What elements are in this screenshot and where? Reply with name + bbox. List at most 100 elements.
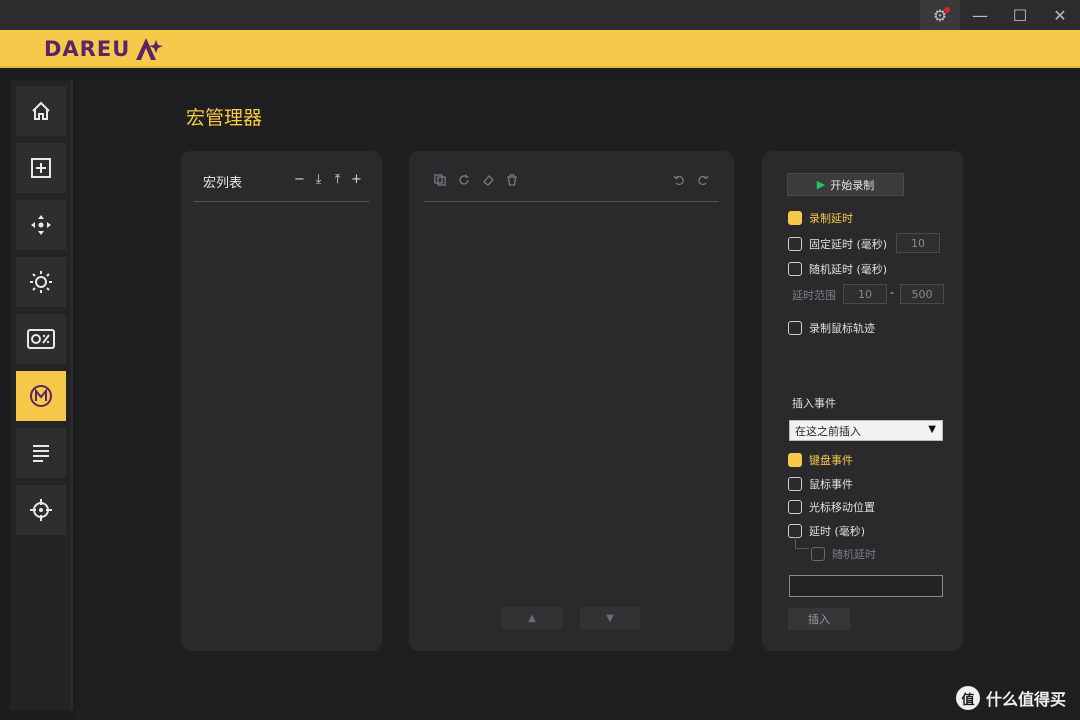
watermark-text: 什么值得买 (985, 690, 1066, 709)
mouse-event-label: 鼠标事件 (809, 478, 853, 491)
play-icon: ▶ (816, 178, 826, 191)
macro-m-icon (30, 385, 52, 407)
sun-icon (30, 271, 52, 293)
record-mouse-label: 录制鼠标轨迹 (809, 322, 875, 335)
delay-range-min-input[interactable]: 10 (843, 284, 887, 304)
insert-position-value: 在这之前插入 (795, 424, 861, 438)
minimize-button[interactable]: — (960, 0, 1000, 30)
dareu-logo: DAREU (44, 36, 164, 62)
mouse-event-option[interactable]: 鼠标事件 (788, 476, 853, 492)
add-macro-button[interactable]: + (350, 172, 363, 187)
insert-button[interactable]: 插入 (788, 608, 850, 630)
start-record-label: 开始录制 (830, 178, 875, 192)
delay-range-max-input[interactable]: 500 (900, 284, 944, 304)
random-delay-checkbox[interactable] (788, 262, 802, 276)
start-record-button[interactable]: ▶ 开始录制 (787, 173, 904, 196)
random-delay-event-option[interactable]: 随机延时 (811, 546, 876, 562)
keyboard-event-label: 键盘事件 (809, 454, 853, 467)
brand-bar: DAREU (0, 30, 1080, 68)
random-delay-event-label: 随机延时 (832, 548, 876, 561)
record-delay-label: 录制延时 (809, 212, 853, 225)
chevron-down-icon: ▼ (928, 424, 936, 435)
export-macro-button[interactable]: ⤒ (331, 172, 344, 187)
macro-list-divider (194, 201, 369, 202)
macro-list-panel: 宏列表 − ⤓ ⤒ + (181, 151, 382, 651)
dpad-icon (31, 215, 51, 235)
logo-text: DAREU (44, 37, 131, 61)
random-delay-event-checkbox[interactable] (811, 547, 825, 561)
copy-icon[interactable] (433, 173, 447, 187)
record-mouse-option[interactable]: 录制鼠标轨迹 (788, 320, 875, 336)
sidebar-item-home[interactable] (16, 86, 66, 136)
remove-macro-button[interactable]: − (293, 172, 306, 187)
lines-icon (33, 445, 49, 462)
editor-toolbar (433, 173, 519, 187)
macro-list-toolbar: − ⤓ ⤒ + (293, 172, 363, 187)
cursor-move-checkbox[interactable] (788, 500, 802, 514)
site-watermark: 值 什么值得买 (955, 686, 1066, 710)
move-down-button[interactable]: ▼ (580, 607, 640, 629)
sidebar-item-logs[interactable] (16, 428, 66, 478)
fixed-delay-option[interactable]: 固定延时 (毫秒) (788, 236, 887, 252)
record-settings-panel: ▶ 开始录制 录制延时 固定延时 (毫秒) 10 随机延时 (毫秒) 延时范围 … (762, 151, 963, 651)
eraser-icon[interactable] (481, 173, 495, 187)
sidebar-item-performance[interactable] (16, 314, 66, 364)
minimize-icon: — (972, 5, 988, 25)
insert-position-select[interactable]: 在这之前插入 ▼ (789, 420, 943, 441)
macro-list-title: 宏列表 (203, 176, 243, 191)
delay-event-label: 延时 (毫秒) (809, 525, 866, 538)
mouse-event-checkbox[interactable] (788, 477, 802, 491)
notification-dot (944, 7, 950, 13)
sidebar-item-target[interactable] (16, 485, 66, 535)
home-icon (32, 101, 50, 120)
redo-icon[interactable] (696, 173, 710, 187)
sidebar-item-lighting[interactable] (16, 257, 66, 307)
cursor-move-label: 光标移动位置 (809, 501, 875, 514)
keyboard-event-checkbox[interactable] (788, 453, 802, 467)
delay-range-label: 延时范围 (792, 289, 836, 302)
sidebar-item-keys[interactable] (16, 143, 66, 193)
macro-editor-panel: ▲ ▼ (409, 151, 734, 651)
keyboard-event-option[interactable]: 键盘事件 (788, 452, 853, 468)
redo-circle-icon[interactable] (457, 173, 471, 187)
sidebar-item-macro[interactable] (16, 371, 66, 421)
trash-icon[interactable] (505, 173, 519, 187)
window-controls: ⚙ — ☐ ✕ (920, 0, 1080, 30)
close-icon: ✕ (1053, 5, 1067, 25)
random-delay-option[interactable]: 随机延时 (毫秒) (788, 261, 887, 277)
maximize-icon: ☐ (1012, 5, 1028, 25)
undo-icon[interactable] (672, 173, 686, 187)
history-toolbar (672, 173, 710, 187)
title-bar: ⚙ — ☐ ✕ (0, 0, 1080, 30)
import-macro-button[interactable]: ⤓ (312, 172, 325, 187)
delay-range-separator: - (890, 286, 894, 299)
record-delay-option[interactable]: 录制延时 (788, 210, 853, 226)
sidebar (10, 80, 73, 710)
close-button[interactable]: ✕ (1040, 0, 1080, 30)
plus-square-icon (31, 158, 51, 178)
maximize-button[interactable]: ☐ (1000, 0, 1040, 30)
insert-event-title: 插入事件 (792, 397, 836, 410)
random-delay-label: 随机延时 (毫秒) (809, 263, 888, 276)
page-title: 宏管理器 (186, 107, 263, 129)
arrow-down-icon: ▼ (606, 612, 614, 624)
sidebar-item-direction[interactable] (16, 200, 66, 250)
fixed-delay-checkbox[interactable] (788, 237, 802, 251)
insert-value-input[interactable] (789, 575, 943, 597)
fixed-delay-input[interactable]: 10 (896, 233, 940, 253)
tree-connector (795, 537, 809, 549)
delay-event-checkbox[interactable] (788, 524, 802, 538)
record-delay-checkbox[interactable] (788, 211, 802, 225)
insert-button-label: 插入 (808, 613, 830, 626)
record-mouse-checkbox[interactable] (788, 321, 802, 335)
editor-divider (424, 201, 719, 202)
watermark-logo: 值 (955, 686, 980, 710)
percent-card-icon (27, 329, 55, 349)
settings-button[interactable]: ⚙ (920, 0, 960, 30)
logo-mark-icon (136, 38, 164, 60)
crosshair-icon (30, 499, 52, 521)
move-up-button[interactable]: ▲ (502, 607, 562, 629)
cursor-move-option[interactable]: 光标移动位置 (788, 499, 875, 515)
arrow-up-icon: ▲ (528, 612, 536, 624)
fixed-delay-label: 固定延时 (毫秒) (809, 238, 888, 251)
